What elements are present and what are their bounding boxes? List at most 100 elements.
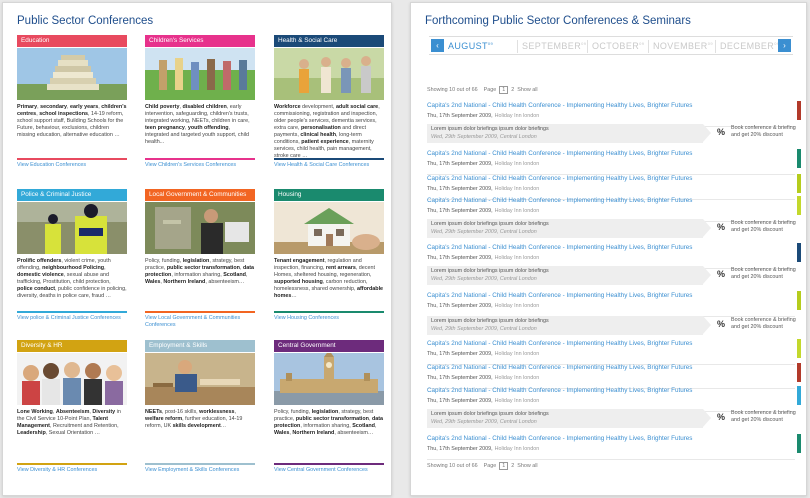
category-header[interactable]: Health & Social Care bbox=[274, 35, 384, 47]
event-item: Capita's 2nd National - Child Health Con… bbox=[427, 339, 801, 365]
month-tab-november[interactable]: NOVEMBER09 bbox=[653, 41, 713, 51]
prev-month-button[interactable]: ‹ bbox=[431, 39, 444, 52]
event-location: Holiday Inn london bbox=[494, 446, 540, 452]
keyword: Scotland bbox=[352, 423, 375, 429]
event-title-link[interactable]: Capita's 2nd National - Child Health Con… bbox=[427, 150, 692, 157]
event-date: Thu, 17th September 2009, bbox=[427, 208, 493, 214]
event-location: Holiday Inn london bbox=[494, 113, 540, 119]
category-header[interactable]: Education bbox=[17, 35, 127, 47]
view-category-link[interactable]: View Diversity & HR Conferences bbox=[17, 467, 127, 474]
month-year: 09 bbox=[639, 41, 645, 46]
keyword: patient experience bbox=[301, 139, 349, 145]
month-navigator: ‹ AUGUST09 SEPTEMBER09 OCTOBER09 NOVEMBER09… bbox=[429, 36, 793, 55]
category-header[interactable]: Central Government bbox=[274, 340, 384, 352]
month-tab-august[interactable]: AUGUST09 bbox=[448, 41, 493, 51]
discount-icon: % bbox=[717, 269, 726, 279]
event-location: Holiday Inn london bbox=[494, 255, 540, 261]
month-tab-december[interactable]: DECEMBER09 bbox=[720, 41, 779, 51]
category-photo bbox=[17, 202, 127, 254]
event-title-link[interactable]: Capita's 2nd National - Child Health Con… bbox=[427, 340, 692, 347]
month-label: SEPTEMBER bbox=[522, 41, 582, 51]
event-item: Capita's 2nd National - Child Health Con… bbox=[427, 174, 801, 200]
view-category-link[interactable]: View Health & Social Care Conferences bbox=[274, 162, 384, 169]
category-image bbox=[145, 353, 255, 405]
keyword: public sector transformation bbox=[166, 265, 240, 271]
event-title-link[interactable]: Capita's 2nd National - Child Health Con… bbox=[427, 102, 692, 109]
month-separator bbox=[715, 40, 716, 53]
promo-box[interactable]: Lorem ipsum dolor briefings ipsum dolor … bbox=[427, 266, 703, 285]
description-text: , information sharing, bbox=[300, 423, 353, 429]
category-divider bbox=[17, 158, 127, 160]
description-text: , bbox=[104, 265, 106, 271]
keyword: Diversity bbox=[92, 409, 116, 415]
keyword: skills development bbox=[172, 423, 221, 429]
page-2-link[interactable]: 2 bbox=[511, 87, 514, 93]
category-header[interactable]: Local Government & Communities bbox=[145, 189, 255, 201]
keyword: Northern Ireland bbox=[292, 430, 335, 436]
event-title-link[interactable]: Capita's 2nd National - Child Health Con… bbox=[427, 292, 692, 299]
month-year: 09 bbox=[581, 41, 587, 46]
description-text: … bbox=[220, 423, 227, 429]
view-category-link[interactable]: View Children's Services Conferences bbox=[145, 162, 255, 169]
description-text: , Recruitment and Retention, bbox=[49, 423, 119, 429]
description-text: , Sexual Orientation … bbox=[45, 430, 100, 436]
month-tab-october[interactable]: OCTOBER09 bbox=[592, 41, 644, 51]
category-header[interactable]: Children's Services bbox=[145, 35, 255, 47]
category-image bbox=[17, 202, 127, 254]
category-description: Policy, funding, legislation, strategy, … bbox=[274, 409, 384, 465]
keyword: public sector transformation bbox=[295, 416, 369, 422]
category-photo bbox=[145, 353, 255, 405]
seminars-title: Forthcoming Public Sector Conferences & … bbox=[425, 15, 691, 27]
paging-top: Showing 10 out of 66 Page 1 2 Show all bbox=[427, 86, 538, 94]
promo-arrow-shape bbox=[703, 124, 711, 142]
category-image bbox=[274, 353, 384, 405]
event-meta: Thu, 17th September 2009, Holiday Inn lon… bbox=[427, 398, 539, 404]
discount-icon: % bbox=[717, 319, 726, 329]
category-image bbox=[17, 48, 127, 100]
event-date: Thu, 17th September 2009, bbox=[427, 375, 493, 381]
category-header[interactable]: Diversity & HR bbox=[17, 340, 127, 352]
discount-offer-text: Book conference & briefing and get 20% d… bbox=[731, 220, 796, 233]
next-month-button[interactable]: › bbox=[778, 39, 791, 52]
event-meta: Thu, 17th September 2009, Holiday Inn lon… bbox=[427, 255, 539, 261]
category-divider bbox=[17, 311, 127, 313]
event-title-link[interactable]: Capita's 2nd National - Child Health Con… bbox=[427, 244, 692, 251]
view-category-link[interactable]: View Housing Conferences bbox=[274, 315, 384, 322]
promo-box[interactable]: Lorem ipsum dolor briefings ipsum dolor … bbox=[427, 124, 703, 143]
show-all-link[interactable]: Show all bbox=[517, 463, 537, 469]
view-category-link[interactable]: View Local Government & Communities Conf… bbox=[145, 315, 255, 329]
event-title-link[interactable]: Capita's 2nd National - Child Health Con… bbox=[427, 175, 692, 182]
show-all-link[interactable]: Show all bbox=[517, 87, 537, 93]
event-title-link[interactable]: Capita's 2nd National - Child Health Con… bbox=[427, 387, 692, 394]
category-color-bar bbox=[797, 174, 801, 193]
month-year: 09 bbox=[707, 41, 713, 46]
event-location: Holiday Inn london bbox=[494, 161, 540, 167]
event-meta: Thu, 17th September 2009, Holiday Inn lon… bbox=[427, 446, 539, 452]
promo-title: Lorem ipsum dolor briefings ipsum dolor … bbox=[431, 126, 549, 132]
event-title-link[interactable]: Capita's 2nd National - Child Health Con… bbox=[427, 197, 692, 204]
keyword: Wales bbox=[274, 430, 290, 436]
event-title-link[interactable]: Capita's 2nd National - Child Health Con… bbox=[427, 435, 692, 442]
promo-box[interactable]: Lorem ipsum dolor briefings ipsum dolor … bbox=[427, 316, 703, 335]
promo-title: Lorem ipsum dolor briefings ipsum dolor … bbox=[431, 318, 549, 324]
event-date: Thu, 17th September 2009, bbox=[427, 161, 493, 167]
view-category-link[interactable]: View police & Criminal Justice Conferenc… bbox=[17, 315, 127, 322]
page-2-link[interactable]: 2 bbox=[511, 463, 514, 469]
event-title-link[interactable]: Capita's 2nd National - Child Health Con… bbox=[427, 364, 692, 371]
promo-box[interactable]: Lorem ipsum dolor briefings ipsum dolor … bbox=[427, 219, 703, 238]
keyword: Absenteeism bbox=[55, 409, 90, 415]
month-tab-september[interactable]: SEPTEMBER09 bbox=[522, 41, 586, 51]
description-text: , information sharing, bbox=[171, 272, 224, 278]
view-category-link[interactable]: View Education Conferences bbox=[17, 162, 127, 169]
category-header[interactable]: Housing bbox=[274, 189, 384, 201]
paging-label: Page bbox=[483, 87, 497, 93]
view-category-link[interactable]: View Employment & Skills Conferences bbox=[145, 467, 255, 474]
promo-box[interactable]: Lorem ipsum dolor briefings ipsum dolor … bbox=[427, 409, 703, 428]
promo-title: Lorem ipsum dolor briefings ipsum dolor … bbox=[431, 268, 549, 274]
promo-date: Wed, 29th September 2009, Central London bbox=[431, 134, 537, 140]
category-header[interactable]: Employment & Skills bbox=[145, 340, 255, 352]
category-header[interactable]: Police & Criminal Justice bbox=[17, 189, 127, 201]
category-photo bbox=[17, 48, 127, 100]
month-label: AUGUST bbox=[448, 41, 488, 51]
view-category-link[interactable]: View Central Government Conferences bbox=[274, 467, 384, 474]
